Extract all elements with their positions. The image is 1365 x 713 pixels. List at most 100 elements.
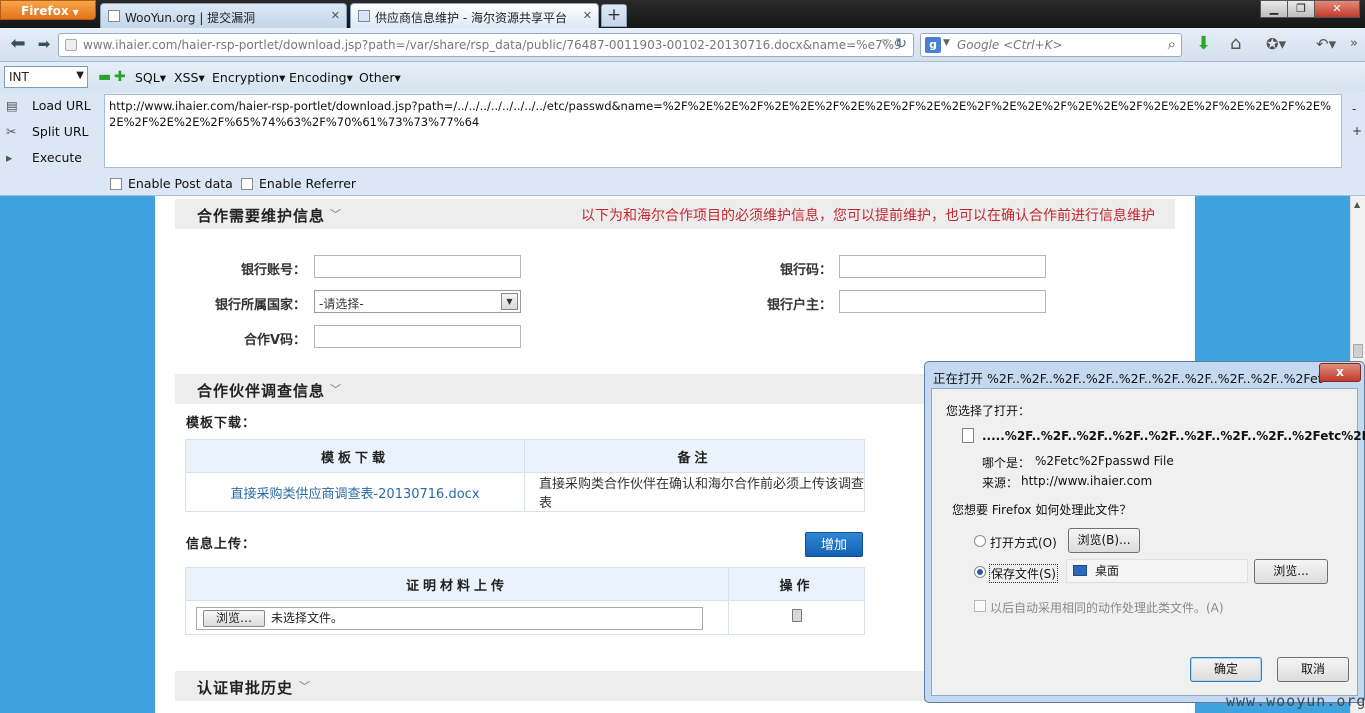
menu-encryption[interactable]: Encryption▾ bbox=[212, 70, 285, 85]
firefox-menu-button[interactable]: Firefox ▼ bbox=[0, 0, 96, 20]
bank-code-input[interactable] bbox=[839, 255, 1046, 278]
watermark-text: www.wooyun.org bbox=[1226, 692, 1365, 710]
chosen-open-text: 您选择了打开： bbox=[946, 404, 1031, 418]
hackbar-type-select[interactable]: INT ▼ bbox=[4, 66, 88, 88]
chevron-down-icon[interactable]: ▼ bbox=[501, 293, 518, 310]
scroll-thumb[interactable] bbox=[1353, 344, 1363, 358]
hackbar-url-textarea[interactable]: http://www.ihaier.com/haier-rsp-portlet/… bbox=[104, 94, 1342, 168]
search-box[interactable]: g ▼ Google <Ctrl+K> ⌕ bbox=[920, 33, 1182, 57]
dialog-title: 正在打开 %2F..%2F..%2F..%2F..%2F..%2F..%2F..… bbox=[933, 371, 1323, 386]
open-with-label[interactable]: 打开方式(O) bbox=[990, 534, 1057, 551]
bank-account-label: 银行账号： bbox=[240, 263, 306, 278]
file-upload-input[interactable]: 浏览… 未选择文件。 bbox=[196, 607, 703, 630]
split-url-button[interactable]: ✂ Split URL bbox=[6, 124, 89, 139]
address-text: www.ihaier.com/haier-rsp-portlet/downloa… bbox=[83, 38, 902, 52]
search-icon[interactable]: ⌕ bbox=[1168, 35, 1176, 53]
source-label: 来源： bbox=[982, 476, 1019, 490]
section-maintenance-header[interactable]: 合作需要维护信息 ﹀ 以下为和海尔合作项目的必须维护信息，您可以提前维护，也可以… bbox=[175, 199, 1175, 229]
bank-account-input[interactable] bbox=[314, 255, 521, 278]
bank-code-label: 银行码： bbox=[779, 263, 832, 278]
close-window-button[interactable]: ✕ bbox=[1314, 0, 1360, 18]
close-tab-icon[interactable]: ✕ bbox=[583, 9, 592, 22]
template-download-heading: 模板下载： bbox=[186, 416, 257, 431]
chevron-down-icon[interactable]: ﹀ bbox=[299, 678, 310, 694]
more-tools-icon[interactable]: » bbox=[1350, 34, 1358, 54]
decrease-icon[interactable]: ▬ bbox=[98, 70, 111, 84]
navigation-bar: ⬅ ➡ www.ihaier.com/haier-rsp-portlet/dow… bbox=[0, 28, 1365, 62]
template-download-link[interactable]: 直接采购类供应商调查表-20130716.docx bbox=[185, 472, 525, 512]
menu-encoding[interactable]: Encoding▾ bbox=[289, 70, 353, 85]
menu-sql[interactable]: SQL▾ bbox=[135, 70, 166, 85]
search-placeholder: Google <Ctrl+K> bbox=[957, 38, 1063, 52]
bookmarks-icon[interactable]: ✪▾ bbox=[1266, 34, 1286, 54]
bank-country-select[interactable]: -请选择- ▼ bbox=[314, 290, 521, 313]
address-bar[interactable]: www.ihaier.com/haier-rsp-portlet/downloa… bbox=[58, 33, 914, 57]
save-file-radio[interactable] bbox=[974, 566, 986, 578]
table-header-row: 证明材料上传 操作 bbox=[185, 567, 865, 601]
scroll-up-icon[interactable]: ▲ bbox=[1354, 200, 1360, 209]
partner-v-code-input[interactable] bbox=[314, 325, 521, 348]
hackbar-panel: ▤ Load URL ✂ Split URL ▸ Execute http://www… bbox=[0, 92, 1365, 196]
tab-haier-active[interactable]: 供应商信息维护 - 海尔资源共享平台 ✕ bbox=[350, 3, 599, 28]
forward-icon[interactable]: ➡ bbox=[34, 35, 54, 55]
browse-file-button[interactable]: 浏览… bbox=[203, 610, 265, 627]
tab-wooyun[interactable]: WooYun.org | 提交漏洞 ✕ bbox=[100, 3, 347, 28]
maximize-window-button[interactable]: ❐ bbox=[1287, 0, 1315, 18]
checkbox-box[interactable] bbox=[110, 178, 122, 190]
enable-referrer-checkbox[interactable]: Enable Referrer bbox=[241, 176, 356, 191]
dialog-body: 您选择了打开： .....%2F..%2F..%2F..%2F..%2F..%2… bbox=[931, 388, 1365, 696]
no-file-text: 未选择文件。 bbox=[271, 611, 344, 625]
increase-icon[interactable]: ✚ bbox=[114, 70, 126, 84]
load-url-button[interactable]: ▤ Load URL bbox=[6, 98, 91, 113]
section-title: 认证审批历史 bbox=[197, 679, 294, 697]
chevron-down-icon[interactable]: ﹀ bbox=[330, 381, 341, 397]
open-with-radio[interactable] bbox=[974, 535, 986, 547]
column-header: 证明材料上传 bbox=[185, 567, 729, 601]
cancel-button[interactable]: 取消 bbox=[1277, 657, 1349, 682]
menu-other[interactable]: Other▾ bbox=[359, 70, 401, 85]
hackbar-toolbar: INT ▼ ▬ ✚ SQL▾ XSS▾ Encryption▾ Encoding… bbox=[0, 62, 1365, 92]
enable-post-checkbox[interactable]: Enable Post data bbox=[110, 176, 233, 191]
save-location-field[interactable]: 桌面 bbox=[1066, 559, 1248, 583]
engine-dropdown-icon[interactable]: ▼ bbox=[943, 38, 950, 48]
bank-country-value: -请选择- bbox=[319, 297, 364, 311]
bank-country-label: 银行所属国家： bbox=[214, 298, 306, 313]
new-tab-button[interactable]: + bbox=[601, 4, 627, 27]
browse-app-button[interactable]: 浏览(B)... bbox=[1068, 528, 1140, 553]
account-holder-input[interactable] bbox=[839, 290, 1046, 313]
history-dropdown-icon[interactable]: ▽ bbox=[881, 38, 889, 49]
site-identity-icon[interactable] bbox=[65, 39, 77, 51]
save-location-text: 桌面 bbox=[1095, 564, 1120, 578]
delete-icon[interactable] bbox=[792, 609, 802, 622]
auto-action-checkbox[interactable] bbox=[974, 600, 986, 612]
column-header: 模板下载 bbox=[185, 439, 525, 473]
load-url-icon: ▤ bbox=[6, 98, 18, 113]
checkbox-box[interactable] bbox=[241, 178, 253, 190]
close-tab-icon[interactable]: ✕ bbox=[331, 9, 340, 22]
save-file-label[interactable]: 保存文件(S) bbox=[989, 564, 1058, 583]
back-icon[interactable]: ⬅ bbox=[8, 35, 28, 55]
dialog-filename: .....%2F..%2F..%2F..%2F..%2F..%2F..%2F..… bbox=[982, 429, 1365, 443]
section-title: 合作需要维护信息 bbox=[197, 207, 326, 225]
column-header: 操作 bbox=[728, 567, 865, 601]
google-engine-icon[interactable]: g bbox=[925, 37, 941, 53]
download-icon[interactable]: ⬇ bbox=[1196, 34, 1211, 54]
reload-icon[interactable]: ↻ bbox=[895, 36, 907, 52]
dialog-close-button[interactable]: x bbox=[1319, 363, 1361, 382]
execute-icon: ▸ bbox=[6, 150, 13, 165]
menu-xss[interactable]: XSS▾ bbox=[174, 70, 205, 85]
chevron-down-icon: ▼ bbox=[72, 8, 79, 17]
hackbar-shrink[interactable]: - bbox=[1352, 102, 1356, 116]
sync-icon[interactable]: ↶▾ bbox=[1316, 34, 1336, 54]
chevron-down-icon[interactable]: ﹀ bbox=[330, 206, 341, 222]
ok-button[interactable]: 确定 bbox=[1190, 657, 1262, 682]
browse-folder-button[interactable]: 浏览... bbox=[1254, 559, 1328, 584]
minimize-window-button[interactable]: ▁ bbox=[1260, 0, 1288, 18]
execute-button[interactable]: ▸ Execute bbox=[6, 150, 82, 165]
source-value: http://www.ihaier.com bbox=[1021, 474, 1153, 488]
hackbar-grow[interactable]: + bbox=[1352, 124, 1362, 138]
home-icon[interactable]: ⌂ bbox=[1230, 34, 1241, 54]
add-button[interactable]: 增加 bbox=[805, 532, 863, 557]
chevron-down-icon: ▼ bbox=[76, 70, 84, 81]
firefox-menu-label: Firefox bbox=[21, 4, 69, 18]
